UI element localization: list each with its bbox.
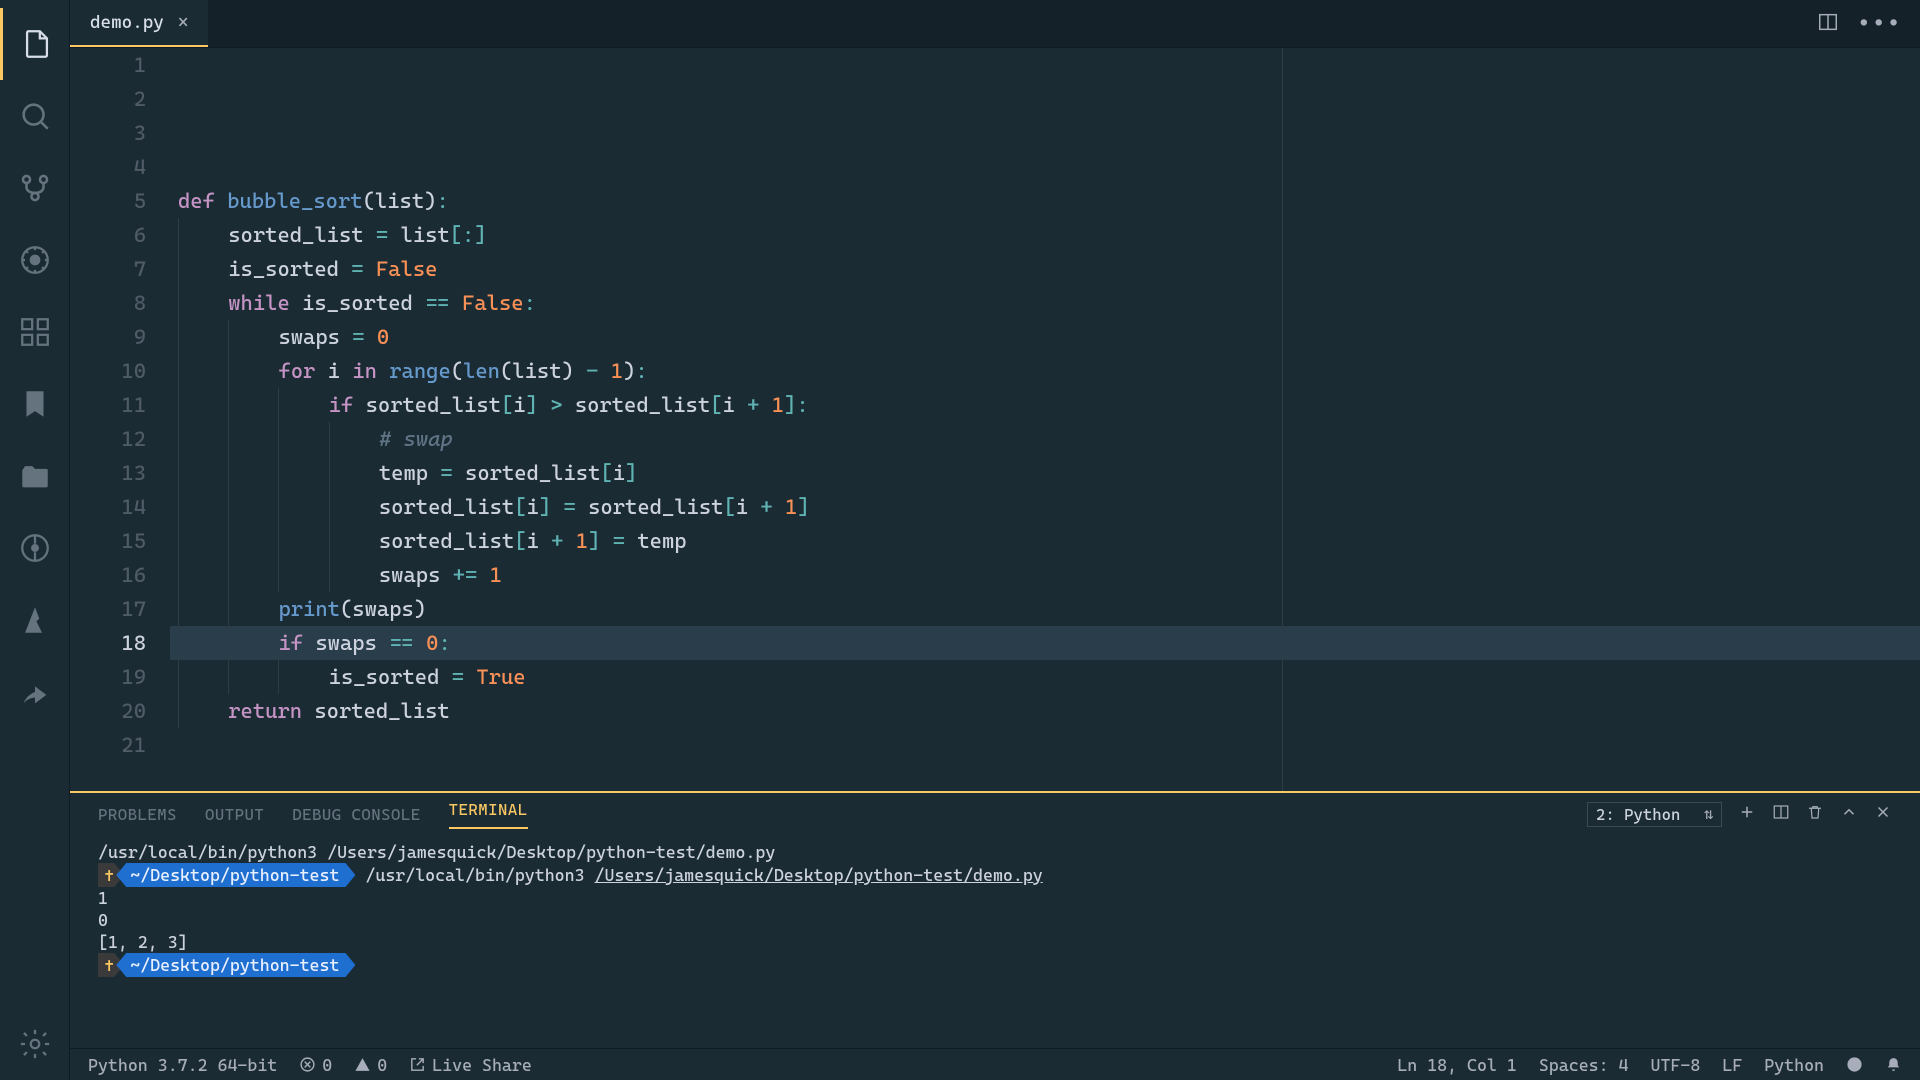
status-bell-icon[interactable] bbox=[1885, 1056, 1902, 1073]
status-warnings[interactable]: 0 bbox=[354, 1055, 387, 1075]
split-terminal-icon[interactable] bbox=[1772, 803, 1790, 825]
gitlens-icon[interactable] bbox=[0, 512, 70, 584]
code-area[interactable]: def bubble_sort(list): sorted_list = lis… bbox=[170, 48, 1920, 791]
tab-filename: demo.py bbox=[90, 12, 164, 33]
source-control-icon[interactable] bbox=[0, 152, 70, 224]
search-icon[interactable] bbox=[0, 80, 70, 152]
status-bar: Python 3.7.2 64-bit 0 0 Live Share Ln 18… bbox=[70, 1048, 1920, 1080]
panel-tab-output[interactable]: OUTPUT bbox=[205, 805, 264, 824]
close-icon[interactable]: × bbox=[178, 12, 189, 33]
split-editor-icon[interactable] bbox=[1817, 11, 1839, 37]
status-encoding[interactable]: UTF-8 bbox=[1651, 1055, 1701, 1075]
settings-gear-icon[interactable] bbox=[0, 1008, 70, 1080]
code-editor[interactable]: 123456789101112131415161718192021 def bu… bbox=[70, 48, 1920, 793]
close-panel-icon[interactable] bbox=[1874, 803, 1892, 825]
terminal-select[interactable]: 2: Python bbox=[1587, 802, 1722, 827]
explorer-icon[interactable] bbox=[0, 8, 70, 80]
quokka-icon[interactable] bbox=[0, 584, 70, 656]
kill-terminal-icon[interactable] bbox=[1806, 803, 1824, 825]
maximize-panel-icon[interactable] bbox=[1840, 803, 1858, 825]
terminal-output[interactable]: /usr/local/bin/python3 /Users/jamesquick… bbox=[70, 835, 1920, 1048]
status-eol[interactable]: LF bbox=[1722, 1055, 1742, 1075]
status-python-env[interactable]: Python 3.7.2 64-bit bbox=[88, 1055, 277, 1075]
extensions-icon[interactable] bbox=[0, 296, 70, 368]
liveshare-icon[interactable] bbox=[0, 656, 70, 728]
status-feedback-icon[interactable] bbox=[1846, 1056, 1863, 1073]
status-spaces[interactable]: Spaces: 4 bbox=[1539, 1055, 1629, 1075]
status-ln-col[interactable]: Ln 18, Col 1 bbox=[1397, 1055, 1517, 1075]
line-gutter: 123456789101112131415161718192021 bbox=[70, 48, 170, 791]
status-language[interactable]: Python bbox=[1764, 1055, 1824, 1075]
tab-demo-py[interactable]: demo.py × bbox=[70, 0, 208, 47]
debug-icon[interactable] bbox=[0, 224, 70, 296]
panel-tab-debug-console[interactable]: DEBUG CONSOLE bbox=[292, 805, 420, 824]
panel-tab-terminal[interactable]: TERMINAL bbox=[449, 800, 528, 829]
project-icon[interactable] bbox=[0, 440, 70, 512]
editor-tabs: demo.py × ••• bbox=[70, 0, 1920, 48]
terminal-selector[interactable]: 2: Python bbox=[1587, 802, 1722, 827]
status-errors[interactable]: 0 bbox=[299, 1055, 332, 1075]
new-terminal-icon[interactable] bbox=[1738, 803, 1756, 825]
activity-bar bbox=[0, 0, 70, 1080]
status-live-share[interactable]: Live Share bbox=[409, 1055, 532, 1075]
bottom-panel: PROBLEMS OUTPUT DEBUG CONSOLE TERMINAL 2… bbox=[70, 793, 1920, 1048]
main-column: demo.py × ••• 12345678910111213141516171… bbox=[70, 0, 1920, 1080]
panel-tab-problems[interactable]: PROBLEMS bbox=[98, 805, 177, 824]
bookmark-icon[interactable] bbox=[0, 368, 70, 440]
panel-tabs: PROBLEMS OUTPUT DEBUG CONSOLE TERMINAL 2… bbox=[70, 793, 1920, 835]
more-actions-icon[interactable]: ••• bbox=[1857, 11, 1902, 36]
